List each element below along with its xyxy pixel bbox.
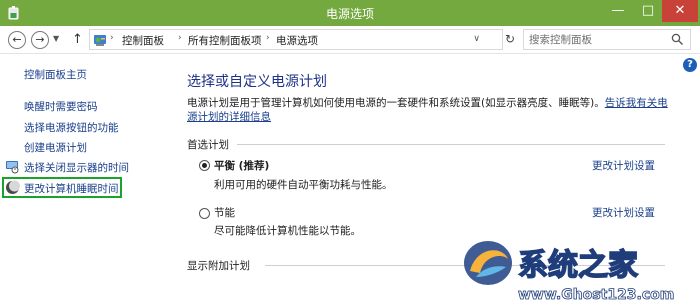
close-button[interactable]: ✕ <box>662 0 698 22</box>
svg-text:www.Ghost123.com: www.Ghost123.com <box>518 287 674 303</box>
watermark-logo: 系统之家 www.Ghost123.com <box>464 241 675 303</box>
svg-text:系统之家: 系统之家 <box>518 248 638 283</box>
breadcrumb-power-options[interactable]: 电源选项 <box>276 33 318 48</box>
sidebar-item-create-plan[interactable]: 创建电源计划 <box>24 140 87 155</box>
control-panel-icon <box>94 35 106 46</box>
search-icon[interactable] <box>671 33 684 46</box>
sidebar-item-display-off-time[interactable]: 选择关闭显示器的时间 <box>24 160 129 175</box>
back-button[interactable]: ← <box>8 31 26 49</box>
plan-desc-power-saver: 尽可能降低计算机性能以节能。 <box>214 225 361 237</box>
minimize-button[interactable]: — <box>604 0 632 22</box>
address-dropdown-button[interactable]: ∨ <box>473 34 480 44</box>
help-icon[interactable]: ? <box>683 58 697 72</box>
preferred-plans-label: 首选计划 <box>187 139 229 151</box>
recent-locations-button[interactable]: ▼ <box>53 34 59 43</box>
show-additional-plans-label[interactable]: 显示附加计划 <box>187 258 250 273</box>
breadcrumb-control-panel[interactable]: 控制面板 <box>122 33 164 48</box>
sidebar-item-power-button[interactable]: 选择电源按钮的功能 <box>24 120 119 135</box>
forward-button[interactable]: → <box>31 31 49 49</box>
watermark: 系统之家 www.Ghost123.com <box>462 237 700 306</box>
window-title: 电源选项 <box>325 7 374 21</box>
page-description: 电源计划是用于管理计算机如何使用电源的一套硬件和系统设置(如显示器亮度、睡眠等)… <box>187 96 677 124</box>
description-text: 电源计划是用于管理计算机如何使用电源的一套硬件和系统设置(如显示器亮度、睡眠等)… <box>187 97 605 109</box>
monitor-icon <box>6 161 19 174</box>
change-plan-settings-link[interactable]: 更改计划设置 <box>592 158 655 173</box>
breadcrumb-all-items[interactable]: 所有控制面板项 <box>188 33 262 48</box>
change-plan-settings-link[interactable]: 更改计划设置 <box>592 205 655 220</box>
maximize-button[interactable]: □ <box>634 0 662 22</box>
up-button[interactable]: ↑ <box>72 32 83 47</box>
title-bar: 电源选项 — □ ✕ <box>0 0 700 26</box>
plan-desc-balanced: 利用可用的硬件自动平衡功耗与性能。 <box>214 179 393 191</box>
plan-radio-balanced[interactable] <box>199 160 210 171</box>
address-bar: ← → ▼ ↑ › 控制面板 › 所有控制面板项 › 电源选项 ∨ ↻ <box>0 26 700 54</box>
plan-radio-power-saver[interactable] <box>199 208 210 219</box>
breadcrumb-separator: › <box>266 33 270 43</box>
breadcrumb-separator: › <box>178 33 182 43</box>
sidebar-item-home[interactable]: 控制面板主页 <box>24 67 87 82</box>
sidebar-item-wake-password[interactable]: 唤醒时需要密码 <box>24 99 98 114</box>
search-box <box>523 29 691 50</box>
breadcrumb-separator: › <box>110 33 114 43</box>
search-input[interactable] <box>524 30 664 49</box>
highlight-box <box>2 177 122 198</box>
breadcrumb[interactable]: › 控制面板 › 所有控制面板项 › 电源选项 ∨ <box>89 29 503 50</box>
refresh-button[interactable]: ↻ <box>505 32 515 46</box>
section-divider <box>237 144 665 145</box>
page-title: 选择或自定义电源计划 <box>187 74 327 90</box>
plan-name-balanced[interactable]: 平衡 (推荐) <box>214 158 269 173</box>
plan-name-power-saver[interactable]: 节能 <box>214 205 235 220</box>
